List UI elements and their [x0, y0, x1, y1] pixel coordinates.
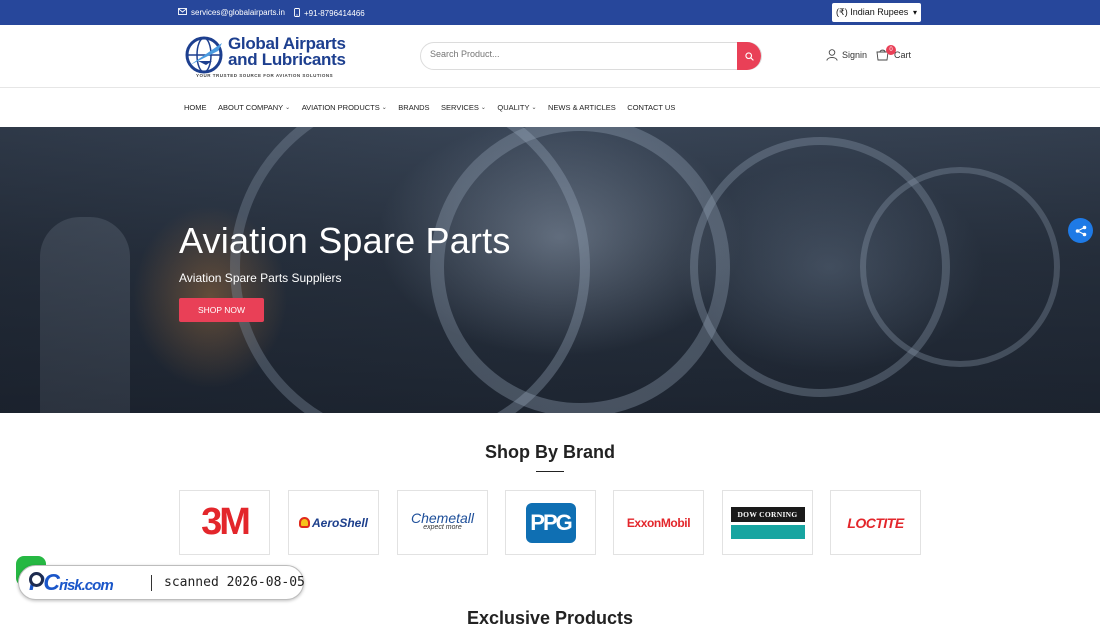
brand-card-aeroshell[interactable]: AeroShell [288, 490, 379, 555]
pcrisk-watermark: PCrisk.com scanned 2026-08-05 [18, 565, 305, 600]
nav-label: ABOUT COMPANY [218, 103, 284, 112]
brand-card-dow-corning[interactable]: DOW CORNING [722, 490, 813, 555]
chevron-down-icon: ⌄ [531, 105, 537, 111]
cart-label: Cart [894, 50, 912, 60]
brand-logo-exxonmobil: ExxonMobil [626, 515, 691, 530]
logo-tagline: YOUR TRUSTED SOURCE FOR AVIATION SOLUTIO… [196, 73, 334, 78]
shell-icon [298, 517, 310, 528]
divider [151, 575, 152, 591]
brand-card-chemetall[interactable]: Chemetall expect more [397, 490, 488, 555]
cart-link[interactable]: 0 Cart [876, 45, 912, 61]
nav-label: SERVICES [441, 103, 479, 112]
search-bar [420, 42, 762, 70]
nav-label: HOME [184, 103, 207, 112]
email-text: services@globalairparts.in [191, 8, 285, 17]
nav-label: NEWS & ARTICLES [548, 103, 616, 112]
mail-icon [178, 8, 187, 17]
nav-item-brands[interactable]: BRANDS [398, 103, 429, 112]
brand-name: AeroShell [311, 515, 368, 530]
scanned-date: scanned 2026-08-05 [164, 575, 305, 590]
logo-text: Global Airparts and Lubricants [228, 35, 346, 69]
phone-icon [294, 8, 300, 19]
brand-logo-dow-corning: DOW CORNING [730, 506, 805, 539]
currency-select[interactable]: (₹) Indian Rupees ▾ [832, 3, 921, 22]
phone-contact[interactable]: +91-8796414466 [294, 8, 365, 19]
brand-name: Chemetall [410, 509, 475, 526]
phone-text: +91-8796414466 [304, 9, 365, 18]
header: Global Airparts and Lubricants YOUR TRUS… [0, 25, 1100, 88]
globe-plane-icon [185, 36, 223, 74]
shop-now-button[interactable]: SHOP NOW [179, 298, 264, 322]
brand-card-exxonmobil[interactable]: ExxonMobil [613, 490, 704, 555]
brand-stripe [730, 524, 805, 539]
nav-item-services[interactable]: SERVICES ⌄ [441, 103, 486, 112]
site-logo[interactable]: Global Airparts and Lubricants YOUR TRUS… [184, 33, 359, 81]
share-icon [1075, 225, 1086, 236]
shop-by-brand-title: Shop By Brand [484, 442, 615, 462]
nav-item-contact-us[interactable]: CONTACT US [627, 103, 675, 112]
signin-label: Signin [842, 50, 868, 60]
share-button[interactable] [1068, 218, 1093, 243]
title-underline [536, 471, 564, 472]
email-contact[interactable]: services@globalairparts.in [178, 8, 285, 17]
nav-label: QUALITY [497, 103, 530, 112]
nav-label: CONTACT US [627, 103, 676, 112]
chevron-down-icon: ▾ [912, 8, 917, 17]
brand-card-3m[interactable]: 3M [179, 490, 270, 555]
chevron-down-icon: ⌄ [285, 105, 291, 111]
magnifier-icon [29, 572, 44, 587]
nav-item-news-articles[interactable]: NEWS & ARTICLES [548, 103, 616, 112]
cart-count-badge: 0 [886, 45, 896, 55]
brand-logo-3m: 3M [201, 501, 251, 543]
hero-subtitle: Aviation Spare Parts Suppliers [179, 271, 342, 285]
brand-logo-aeroshell: AeroShell [298, 515, 368, 530]
search-input[interactable] [430, 49, 730, 59]
logo-line-2: and Lubricants [228, 50, 346, 69]
nav-label: AVIATION PRODUCTS [301, 103, 380, 112]
nav-label: BRANDS [398, 103, 430, 112]
nav-item-aviation-products[interactable]: AVIATION PRODUCTS ⌄ [302, 103, 387, 112]
brand-logo-loctite: LOCTITE [847, 514, 904, 531]
hero-overlay [0, 127, 1100, 413]
brand-card-ppg[interactable]: PPG [505, 490, 596, 555]
signin-link[interactable]: Signin [826, 49, 867, 61]
hero-title: Aviation Spare Parts [179, 220, 511, 261]
chevron-down-icon: ⌄ [381, 105, 387, 111]
chevron-down-icon: ⌄ [480, 105, 486, 111]
brand-name: DOW CORNING [730, 506, 805, 522]
hero-banner: Aviation Spare Parts Aviation Spare Part… [0, 127, 1100, 413]
nav-item-about-company[interactable]: ABOUT COMPANY ⌄ [218, 103, 290, 112]
nav-item-home[interactable]: HOME [184, 103, 207, 112]
search-button[interactable] [737, 42, 761, 70]
pcrisk-risk: risk.com [58, 577, 114, 594]
user-icon [826, 49, 838, 61]
brand-card-loctite[interactable]: LOCTITE [830, 490, 921, 555]
brand-logo-chemetall: Chemetall expect more [410, 509, 475, 533]
search-icon [744, 51, 754, 61]
nav-item-quality[interactable]: QUALITY ⌄ [497, 103, 536, 112]
brand-carousel: 3M AeroShell Chemetall expect more PPG E… [179, 490, 921, 555]
top-bar: services@globalairparts.in +91-879641446… [0, 0, 1100, 25]
brand-logo-ppg: PPG [525, 502, 576, 543]
currency-value: (₹) Indian Rupees [836, 7, 909, 17]
main-nav: HOME ABOUT COMPANY ⌄ AVIATION PRODUCTS ⌄ B… [0, 89, 1100, 127]
